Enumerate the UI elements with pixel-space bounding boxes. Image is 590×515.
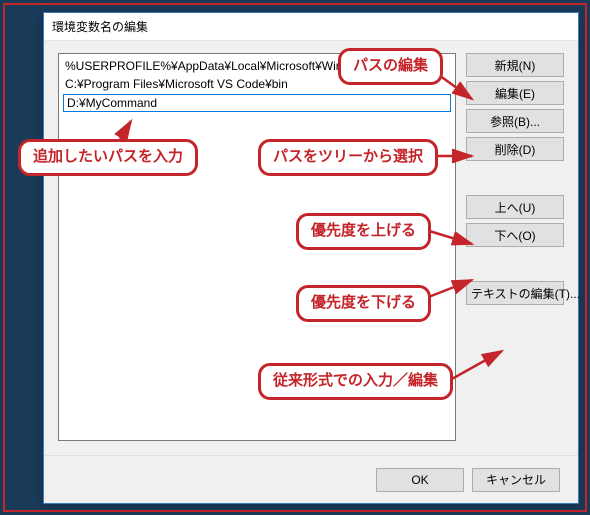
ok-button[interactable]: OK [376, 468, 464, 492]
annotation-edit-path: パスの編集 [338, 48, 443, 85]
browse-button[interactable]: 参照(B)... [466, 109, 564, 133]
annotation-priority-up: 優先度を上げる [296, 213, 431, 250]
button-column: 新規(N) 編集(E) 参照(B)... 削除(D) 上へ(U) 下へ(O) テ… [466, 53, 564, 441]
move-up-button[interactable]: 上へ(U) [466, 195, 564, 219]
env-var-edit-dialog: 環境変数名の編集 %USERPROFILE%¥AppData¥Local¥Mic… [43, 12, 579, 504]
move-down-button[interactable]: 下へ(O) [466, 223, 564, 247]
cancel-button[interactable]: キャンセル [472, 468, 560, 492]
annotation-select-tree: パスをツリーから選択 [258, 139, 438, 176]
path-edit-input[interactable] [63, 94, 451, 112]
titlebar: 環境変数名の編集 [44, 13, 578, 41]
annotation-add-path: 追加したいパスを入力 [18, 139, 198, 176]
annotation-legacy-edit: 従来形式での入力／編集 [258, 363, 453, 400]
edit-button[interactable]: 編集(E) [466, 81, 564, 105]
edit-text-button[interactable]: テキストの編集(T)... [466, 281, 564, 305]
list-item-editing[interactable] [59, 93, 455, 113]
dialog-title: 環境変数名の編集 [52, 18, 148, 35]
new-button[interactable]: 新規(N) [466, 53, 564, 77]
delete-button[interactable]: 削除(D) [466, 137, 564, 161]
annotation-priority-down: 優先度を下げる [296, 285, 431, 322]
dialog-footer: OK キャンセル [44, 455, 578, 503]
